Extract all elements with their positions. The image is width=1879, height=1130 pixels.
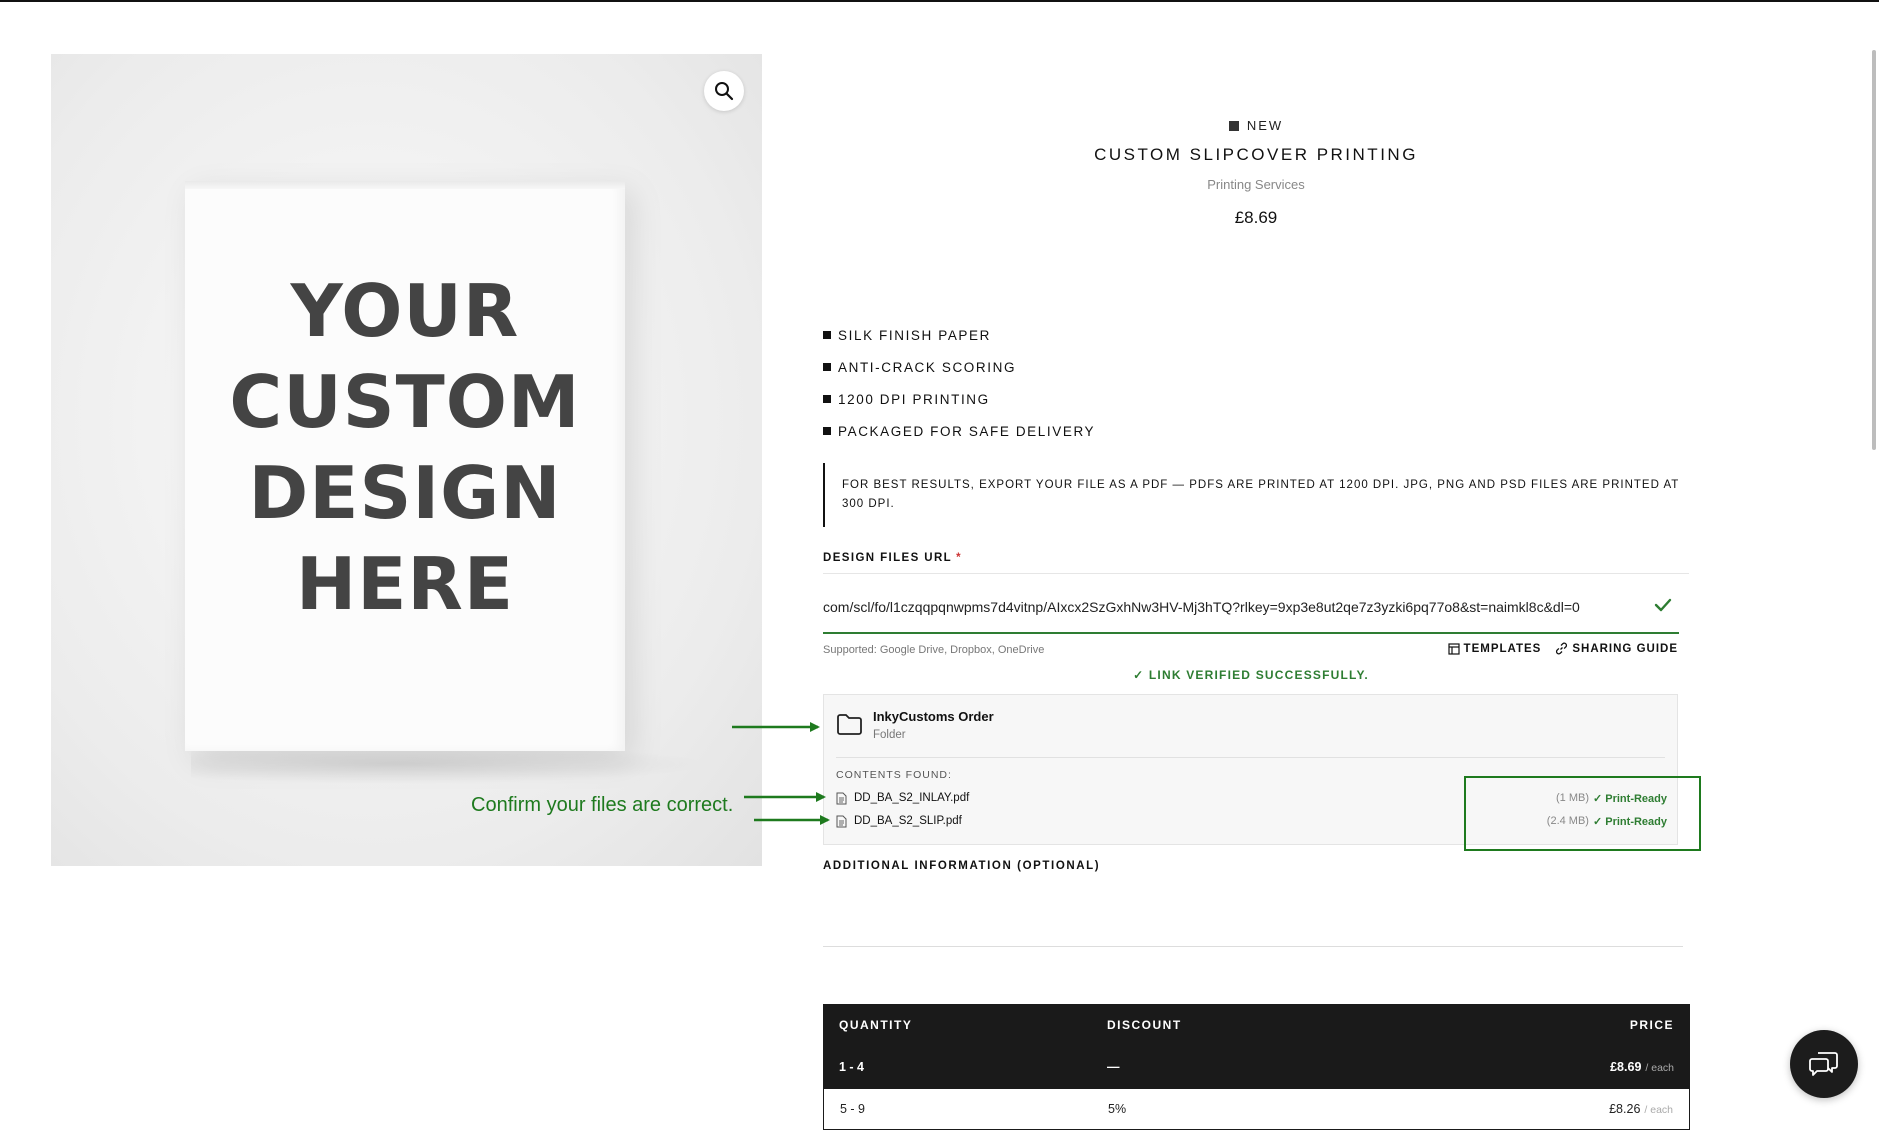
row-quantity: 1 - 4	[839, 1060, 865, 1074]
chat-icon	[1809, 1052, 1838, 1076]
quantity-discount-table: QUANTITY DISCOUNT PRICE 1 - 4 — £8.69/ e…	[823, 1004, 1690, 1130]
header-discount: DISCOUNT	[1107, 1018, 1182, 1032]
scrollbar[interactable]	[1872, 50, 1876, 450]
table-header: QUANTITY DISCOUNT PRICE	[823, 1004, 1690, 1046]
row-discount: —	[1107, 1060, 1120, 1074]
table-row[interactable]: 1 - 4 — £8.69/ each	[823, 1046, 1690, 1088]
annotation-arrows	[732, 722, 830, 825]
row-discount: 5%	[1108, 1102, 1127, 1116]
table-row[interactable]: 5 - 9 5% £8.26/ each	[823, 1088, 1690, 1130]
row-price: £8.26/ each	[1408, 1102, 1689, 1116]
header-quantity: QUANTITY	[839, 1018, 913, 1032]
price-value: £8.69	[1610, 1060, 1642, 1074]
row-price: £8.69/ each	[1407, 1060, 1690, 1074]
price-unit: / each	[1644, 1104, 1673, 1116]
additional-info-label: ADDITIONAL INFORMATION (OPTIONAL)	[823, 860, 1101, 872]
price-unit: / each	[1645, 1062, 1674, 1074]
additional-info-input[interactable]	[823, 878, 1683, 947]
chat-button[interactable]	[1790, 1030, 1858, 1098]
row-quantity: 5 - 9	[840, 1102, 866, 1116]
header-price: PRICE	[1629, 1018, 1674, 1032]
price-value: £8.26	[1609, 1102, 1641, 1116]
